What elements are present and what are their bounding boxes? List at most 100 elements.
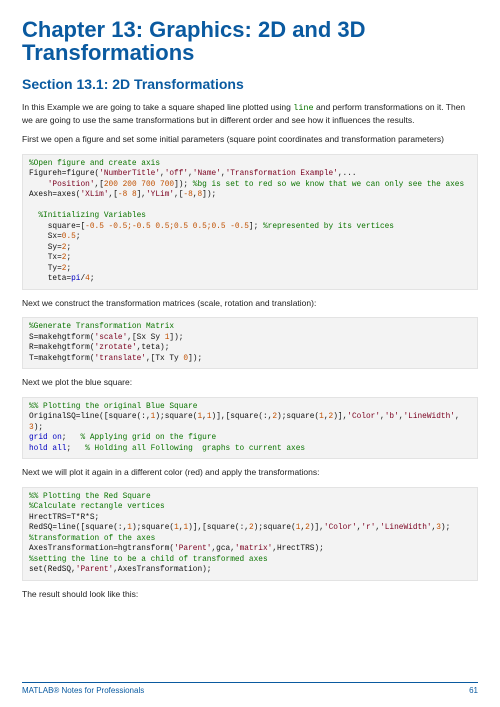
intro-paragraph-1: In this Example we are going to take a s…	[22, 102, 478, 126]
code-comment: %Generate Transformation Matrix	[29, 323, 174, 331]
code-text: ],	[137, 191, 146, 199]
code-number: -8 8	[118, 191, 137, 199]
intro-paragraph-2: First we open a figure and set some init…	[22, 134, 478, 145]
inline-code-line: line	[293, 103, 313, 113]
paragraph-plot-blue: Next we plot the blue square:	[22, 377, 478, 388]
code-comment: %represented by its vertices	[263, 223, 394, 231]
code-string: 'b'	[385, 413, 399, 421]
code-text: ;	[76, 233, 81, 241]
code-string: 'r'	[361, 524, 375, 532]
code-keyword: hold all	[29, 445, 66, 453]
code-text: ,[Tx Ty	[146, 355, 183, 363]
code-block-4: %% Plotting the Red Square %Calculate re…	[22, 487, 478, 581]
code-text: ,HrectTRS);	[272, 545, 323, 553]
code-text: ];	[249, 223, 263, 231]
code-string: 'LineWidth'	[380, 524, 431, 532]
code-string: 'zrotate'	[95, 344, 137, 352]
code-text: square=[	[29, 223, 85, 231]
code-number: -0.5 -0.5;-0.5 0.5;0.5 0.5;0.5 -0.5	[85, 223, 249, 231]
code-string: 'scale'	[95, 334, 128, 342]
code-string: 'off'	[165, 170, 188, 178]
code-text: Sy=	[29, 244, 62, 252]
code-text: ]);	[202, 191, 216, 199]
code-number: 0.5	[62, 233, 76, 241]
code-string: 'Parent'	[174, 545, 211, 553]
code-comment: %setting the line to be a child of trans…	[29, 556, 268, 564]
code-text: ;	[66, 265, 71, 273]
code-string: 'Color'	[347, 413, 380, 421]
code-text: teta=	[29, 275, 71, 283]
code-string: 'NumberTitle'	[99, 170, 160, 178]
code-block-1: %Open figure and create axis Figureh=fig…	[22, 154, 478, 290]
code-comment: %% Plotting the original Blue Square	[29, 403, 197, 411]
code-string: 'Transformation Example'	[226, 170, 338, 178]
footer-left: MATLAB® Notes for Professionals	[22, 686, 144, 695]
paragraph-plot-red: Next we will plot it again in a differen…	[22, 467, 478, 478]
code-text: ,	[455, 413, 460, 421]
code-string: 'XLim'	[80, 191, 108, 199]
code-text: )],[square(:,	[188, 524, 249, 532]
code-text	[29, 181, 48, 189]
code-block-2: %Generate Transformation Matrix S=makehg…	[22, 317, 478, 369]
code-text: Tx=	[29, 254, 62, 262]
code-text: );square(	[277, 413, 319, 421]
code-text: );square(	[132, 524, 174, 532]
code-text: ;	[90, 275, 95, 283]
code-text: ;	[66, 254, 71, 262]
footer-page-number: 61	[469, 686, 478, 695]
code-text: S=makehgtform(	[29, 334, 95, 342]
code-text: ;	[66, 244, 71, 252]
code-comment: %Calculate rectangle vertices	[29, 503, 165, 511]
code-text: Sx=	[29, 233, 62, 241]
code-string: 'Name'	[193, 170, 221, 178]
code-text: ;	[62, 434, 81, 442]
code-text: Figureh=figure(	[29, 170, 99, 178]
code-text: ,...	[338, 170, 357, 178]
code-text: ,teta);	[137, 344, 170, 352]
code-text: ]);	[188, 355, 202, 363]
code-text: );	[34, 424, 43, 432]
code-text: AxesTransformation=hgtransform(	[29, 545, 174, 553]
code-text: ;	[66, 445, 85, 453]
code-comment: %Initializing Variables	[29, 212, 146, 220]
code-string: 'Color'	[324, 524, 357, 532]
text: In this Example we are going to take a s…	[22, 102, 293, 112]
section-title: Section 13.1: 2D Transformations	[22, 76, 478, 92]
code-number: -8	[183, 191, 192, 199]
code-string: 'matrix'	[235, 545, 272, 553]
code-keyword: grid on	[29, 434, 62, 442]
code-text: HrectTRS=T*R*S;	[29, 514, 99, 522]
code-text: ,AxesTransformation);	[113, 566, 211, 574]
code-text: ]);	[174, 181, 193, 189]
chapter-title: Chapter 13: Graphics: 2D and 3D Transfor…	[22, 18, 478, 64]
paragraph-construct: Next we construct the transformation mat…	[22, 298, 478, 309]
paragraph-result: The result should look like this:	[22, 589, 478, 600]
code-string: 'Position'	[48, 181, 95, 189]
code-text: R=makehgtform(	[29, 344, 95, 352]
code-comment: %% Plotting the Red Square	[29, 493, 151, 501]
code-string: 'Parent'	[76, 566, 113, 574]
code-block-3: %% Plotting the original Blue Square Ori…	[22, 397, 478, 460]
page-footer: MATLAB® Notes for Professionals 61	[22, 682, 478, 695]
code-text: Ty=	[29, 265, 62, 273]
code-text: ,[	[109, 191, 118, 199]
code-text: ,[	[95, 181, 104, 189]
code-text: ,[Sx Sy	[127, 334, 164, 342]
code-text: RedSQ=line([square(:,	[29, 524, 127, 532]
code-text: OriginalSQ=line([square(:,	[29, 413, 151, 421]
code-string: 'YLim'	[146, 191, 174, 199]
code-text: );square(	[155, 413, 197, 421]
code-text: ]);	[169, 334, 183, 342]
code-number: 200 200 700 700	[104, 181, 174, 189]
code-comment: %Open figure and create axis	[29, 160, 160, 168]
code-comment: % Holding all Following graphs to curren…	[85, 445, 305, 453]
code-text: )],[square(:,	[212, 413, 273, 421]
code-text: );	[441, 524, 450, 532]
code-string: 'LineWidth'	[403, 413, 454, 421]
code-comment: %bg is set to red so we know that we can…	[193, 181, 464, 189]
code-comment: % Applying grid on the figure	[80, 434, 216, 442]
code-text: ,gca,	[211, 545, 234, 553]
code-text: );square(	[254, 524, 296, 532]
code-text: )],	[310, 524, 324, 532]
code-text: Axesh=axes(	[29, 191, 80, 199]
